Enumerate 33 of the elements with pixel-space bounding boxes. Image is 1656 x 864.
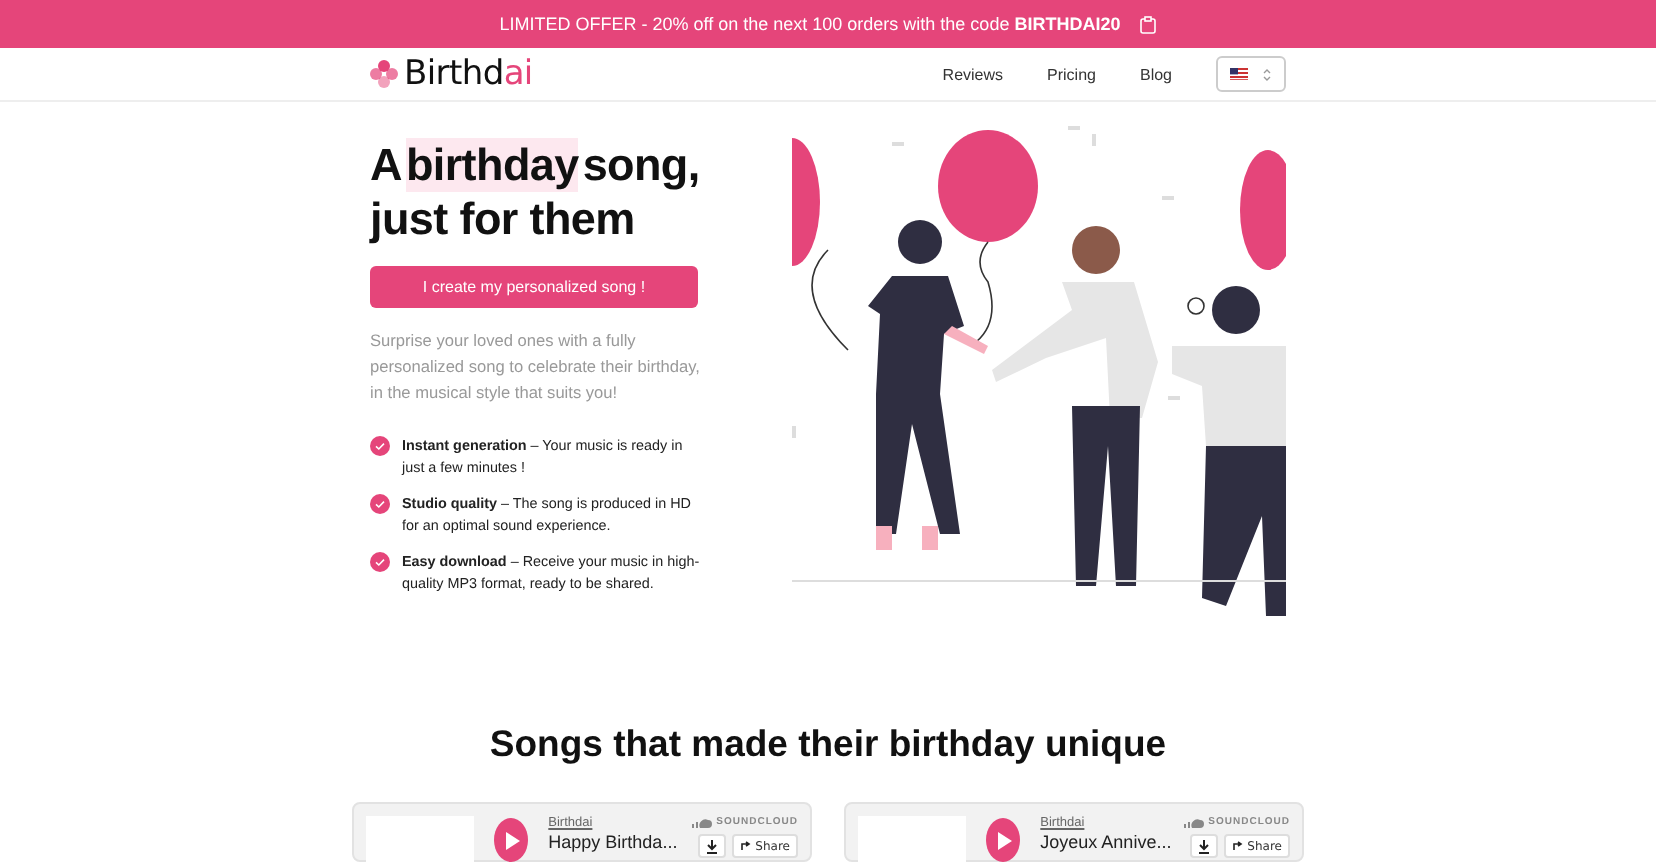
share-icon [1231, 840, 1244, 852]
flower-logo-icon [370, 60, 398, 88]
play-button[interactable] [494, 818, 529, 862]
offer-text: LIMITED OFFER - 20% off on the next 100 orders with the code BIRTHDAI20 [499, 14, 1121, 34]
download-icon [1197, 839, 1210, 853]
check-icon [370, 494, 390, 514]
play-icon [995, 831, 1012, 849]
logo-text: Birthdai [404, 54, 533, 94]
artwork-placeholder [366, 816, 475, 864]
hero-title: Abirthdaysong, just for them [370, 138, 702, 246]
clipboard-icon[interactable] [1140, 15, 1157, 33]
flag-icon [1230, 68, 1249, 80]
hero-description: Surprise your loved ones with a fully personalized song to celebrate their birthday, in the musical style that suits you! [370, 328, 700, 406]
download-button[interactable] [697, 834, 726, 858]
artwork-placeholder [858, 816, 967, 864]
check-icon [370, 436, 390, 456]
check-icon [370, 552, 390, 572]
create-song-button[interactable]: I create my personalized song ! [370, 266, 698, 308]
download-icon [705, 839, 718, 853]
download-button[interactable] [1189, 834, 1218, 858]
nav-link[interactable]: Pricing [1047, 65, 1096, 83]
chevron-updown-icon [1261, 67, 1272, 81]
track-title: Joyeux Annive... [1040, 832, 1165, 854]
play-button[interactable] [986, 818, 1021, 862]
section-heading: Songs that made their birthday unique [487, 722, 1169, 766]
cloud-icon [692, 817, 713, 827]
play-icon [503, 831, 520, 849]
track-title: Happy Birthda... [548, 832, 673, 854]
language-select[interactable] [1216, 56, 1286, 92]
cloud-icon [1184, 817, 1205, 827]
nav-link[interactable]: Reviews [942, 65, 1004, 83]
share-icon [739, 840, 752, 852]
nav-link[interactable]: Blog [1139, 65, 1172, 83]
